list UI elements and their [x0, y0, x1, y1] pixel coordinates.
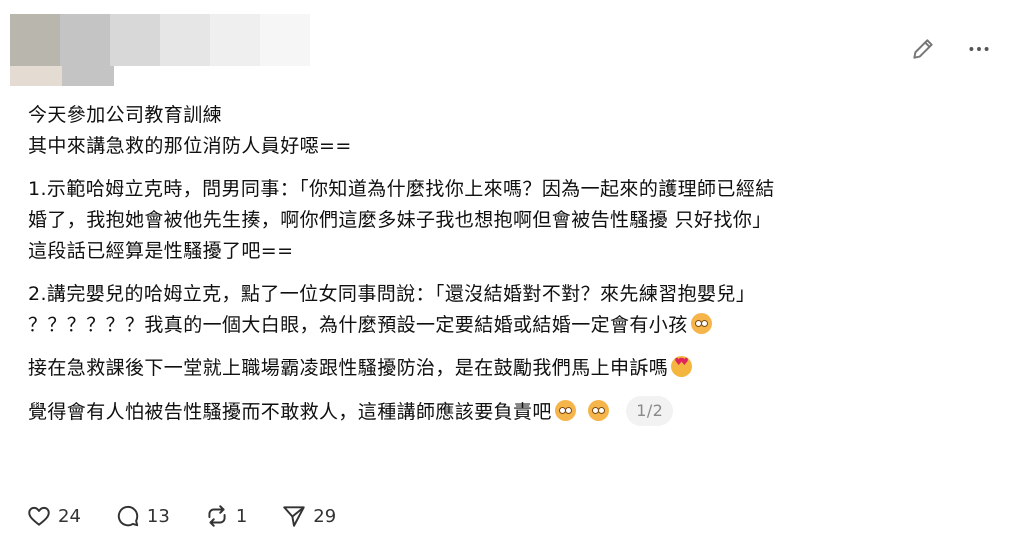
user-avatar-blurred[interactable]: [10, 14, 310, 86]
send-icon: [283, 506, 305, 527]
comment-button[interactable]: 13: [115, 503, 170, 529]
post-header-actions: [908, 34, 994, 64]
image-page-indicator[interactable]: 1/2: [626, 396, 674, 426]
post-line: ？？？？？？我真的一個大白眼，為什麼預設一定要結婚或結婚一定會有小孩: [28, 314, 688, 336]
post-paragraph: 2.講完嬰兒的哈姆立克，點了一位女同事問說：「還沒結婚對不對？來先練習抱嬰兒」 …: [28, 279, 998, 341]
like-button[interactable]: 24: [26, 503, 81, 529]
share-count: 29: [313, 505, 337, 527]
post-paragraph: 今天參加公司教育訓練 其中來講急救的那位消防人員好噁==: [28, 100, 998, 162]
repost-button[interactable]: 1: [204, 503, 247, 529]
comment-bubble-icon: [117, 505, 139, 527]
post-line: 2.講完嬰兒的哈姆立克，點了一位女同事問說：「還沒結婚對不對？來先練習抱嬰兒」: [28, 283, 756, 305]
post-line: 婚了，我抱她會被他先生揍，啊你們這麼多妹子我也想抱啊但會被告性騷擾 只好找你」: [28, 209, 772, 231]
post-line: 1.示範哈姆立克時，問男同事：「你知道為什麼找你上來嗎？因為一起來的護理師已經結: [28, 178, 775, 200]
post-line-with-emoji: ？？？？？？我真的一個大白眼，為什麼預設一定要結婚或結婚一定會有小孩: [28, 310, 998, 341]
share-button[interactable]: 29: [281, 503, 336, 529]
post-content: 今天參加公司教育訓練 其中來講急救的那位消防人員好噁== 1.示範哈姆立克時，問…: [28, 100, 998, 440]
post-line-with-emoji: 覺得會有人怕被告性騷擾而不敢救人，這種講師應該要負責吧 1/2: [28, 396, 998, 428]
post-line: 這段話已經算是性騷擾了吧==: [28, 240, 294, 262]
post-line-with-emoji: 接在急救課後下一堂就上職場霸凌跟性騷擾防治，是在鼓勵我們馬上申訴嗎: [28, 353, 998, 384]
post-line: 今天參加公司教育訓練: [28, 104, 223, 126]
comment-count: 13: [146, 505, 170, 527]
post-paragraph: 覺得會有人怕被告性騷擾而不敢救人，這種講師應該要負責吧 1/2: [28, 396, 998, 428]
post-line: 接在急救課後下一堂就上職場霸凌跟性騷擾防治，是在鼓勵我們馬上申訴嗎: [28, 357, 669, 379]
like-count: 24: [58, 505, 81, 527]
pencil-icon[interactable]: [908, 34, 938, 64]
post-paragraph: 1.示範哈姆立克時，問男同事：「你知道為什麼找你上來嗎？因為一起來的護理師已經結…: [28, 174, 998, 267]
post-line: 其中來講急救的那位消防人員好噁==: [28, 135, 352, 157]
flushed-face-emoji: [690, 313, 712, 334]
repost-count: 1: [235, 505, 248, 527]
post-line: 覺得會有人怕被告性騷擾而不敢救人，這種講師應該要負責吧: [28, 401, 552, 423]
flushed-face-emoji: [588, 400, 610, 421]
heart-eyes-emoji: [671, 356, 693, 377]
flushed-face-emoji: [554, 400, 576, 421]
repost-icon: [208, 505, 226, 527]
post-action-bar: 24 13 1 29: [26, 503, 370, 529]
heart-icon: [28, 506, 50, 526]
post-paragraph: 接在急救課後下一堂就上職場霸凌跟性騷擾防治，是在鼓勵我們馬上申訴嗎: [28, 353, 998, 384]
more-horizontal-icon[interactable]: [964, 34, 994, 64]
